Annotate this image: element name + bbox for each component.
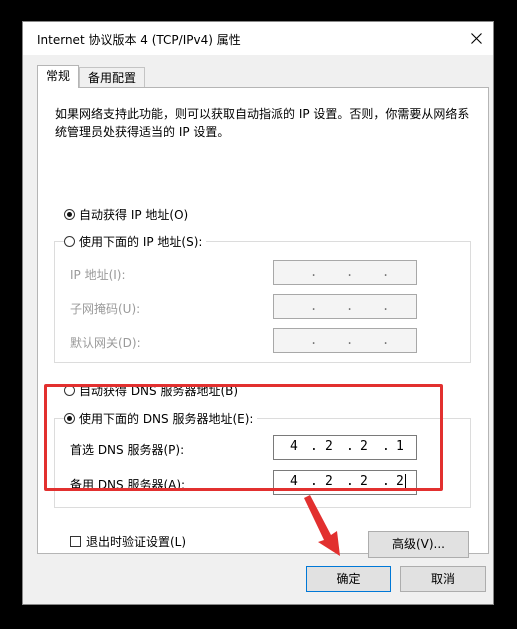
tab-general[interactable]: 常规 xyxy=(37,65,79,88)
pointer-arrow-icon xyxy=(304,495,340,556)
